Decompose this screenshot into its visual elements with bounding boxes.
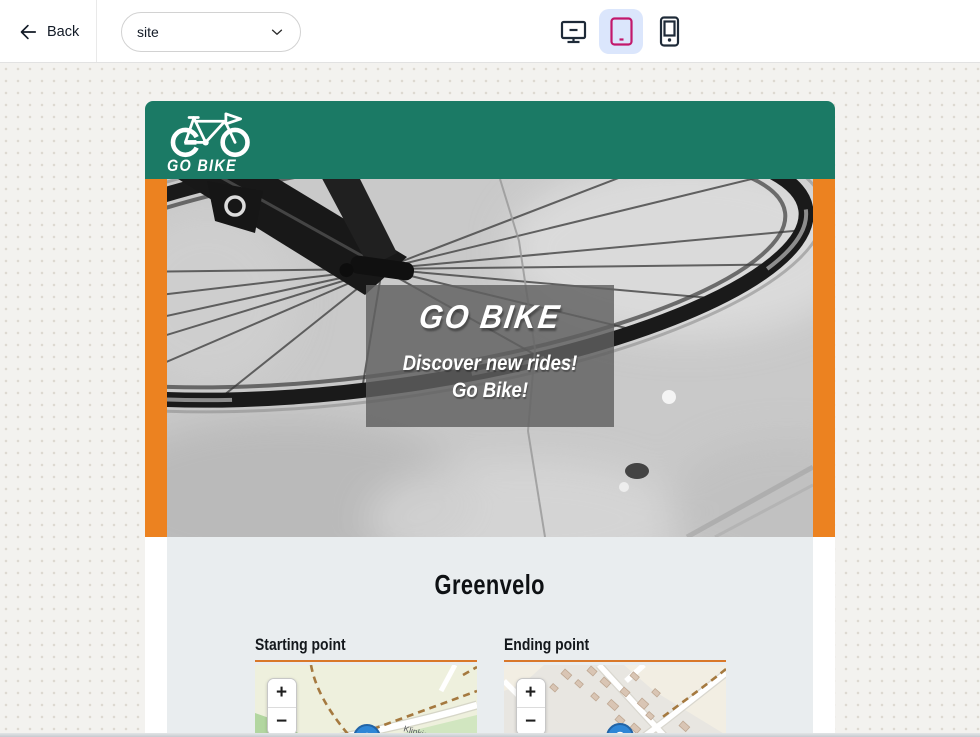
hero-section: GO BIKE Discover new rides! Go Bike! bbox=[145, 179, 835, 537]
ending-point-label: Ending point bbox=[504, 635, 726, 662]
section-title: Greenvelo bbox=[167, 569, 813, 601]
hero-photo: GO BIKE Discover new rides! Go Bike! bbox=[167, 179, 813, 537]
starting-point-map[interactable]: Klinkierowa + − bbox=[255, 665, 477, 737]
arrow-left-icon bbox=[16, 21, 38, 43]
ending-map-zoom-control: + − bbox=[516, 678, 546, 736]
toolbar-divider bbox=[96, 0, 97, 62]
top-toolbar: Back site bbox=[0, 0, 980, 63]
tablet-icon bbox=[605, 15, 638, 48]
site-body: Greenvelo Starting point bbox=[145, 537, 835, 737]
back-button[interactable]: Back bbox=[16, 0, 79, 63]
desktop-preview-button[interactable] bbox=[551, 9, 595, 54]
hero-tagline: Discover new rides! Go Bike! bbox=[381, 350, 599, 405]
site-logo-text: GO BIKE bbox=[167, 156, 237, 176]
page-select-dropdown[interactable]: site bbox=[121, 12, 301, 52]
tablet-preview-button[interactable] bbox=[599, 9, 643, 54]
desktop-icon bbox=[557, 15, 590, 48]
ending-point-column: Ending point bbox=[504, 635, 726, 737]
maps-row: Starting point bbox=[167, 635, 813, 737]
preview-stage: GO BIKE bbox=[0, 63, 980, 737]
bicycle-logo-icon bbox=[167, 112, 259, 158]
zoom-in-button[interactable]: + bbox=[268, 679, 296, 707]
zoom-out-button[interactable]: − bbox=[268, 707, 296, 735]
greenvelo-panel: Greenvelo Starting point bbox=[167, 537, 813, 737]
site-preview-frame: GO BIKE bbox=[145, 101, 835, 737]
hero-title: GO BIKE bbox=[373, 298, 607, 336]
back-label: Back bbox=[47, 24, 79, 40]
mobile-preview-button[interactable] bbox=[647, 9, 691, 54]
chevron-down-icon bbox=[268, 23, 286, 41]
hero-tagline-line1: Discover new rides! bbox=[381, 350, 599, 377]
starting-map-zoom-control: + − bbox=[267, 678, 297, 736]
starting-point-column: Starting point bbox=[255, 635, 477, 737]
device-preview-switcher bbox=[551, 9, 691, 54]
mobile-icon bbox=[653, 15, 686, 48]
window-bottom-edge bbox=[0, 733, 980, 737]
site-header: GO BIKE bbox=[145, 101, 835, 179]
starting-point-label: Starting point bbox=[255, 635, 477, 662]
hero-overlay: GO BIKE Discover new rides! Go Bike! bbox=[366, 285, 614, 427]
page-select-value: site bbox=[137, 24, 159, 40]
zoom-out-button[interactable]: − bbox=[517, 707, 545, 735]
site-logo[interactable]: GO BIKE bbox=[167, 112, 259, 176]
zoom-in-button[interactable]: + bbox=[517, 679, 545, 707]
ending-point-map[interactable]: Syluzyna + − bbox=[504, 665, 726, 737]
hero-tagline-line2: Go Bike! bbox=[381, 377, 599, 404]
